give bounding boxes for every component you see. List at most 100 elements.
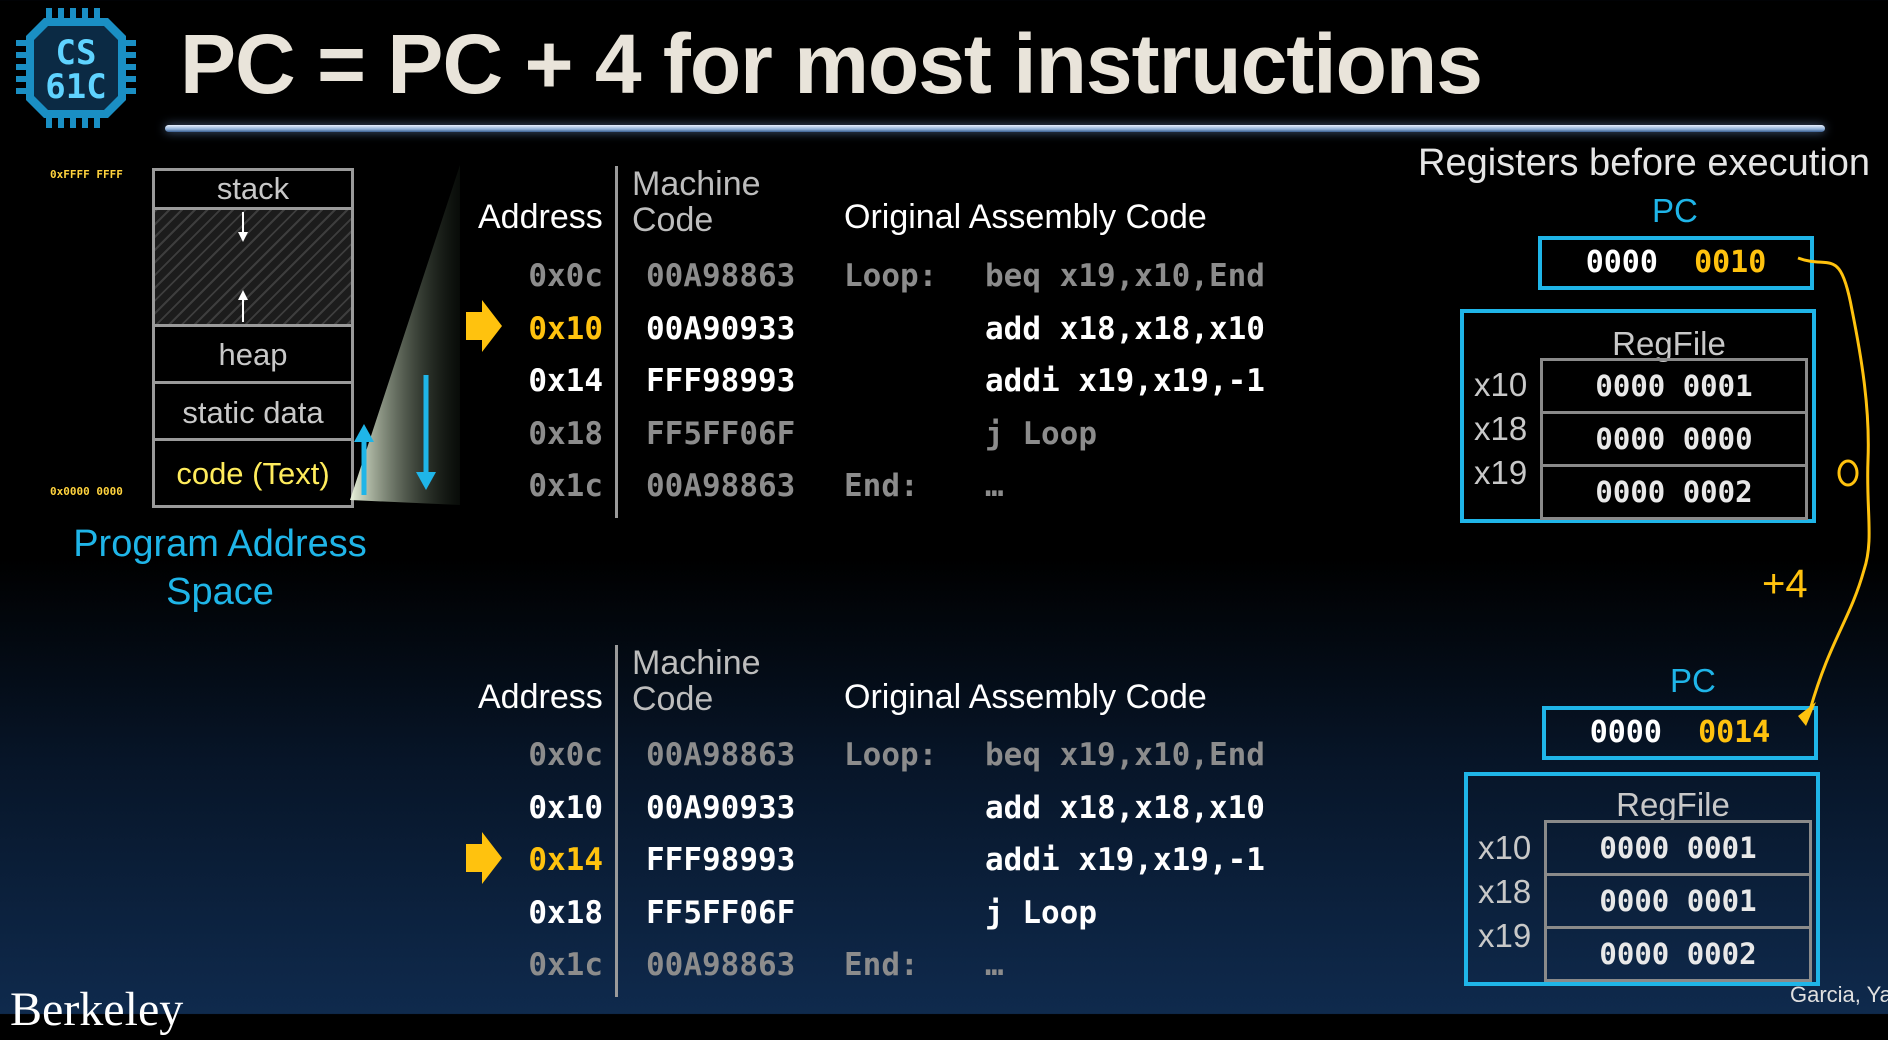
machine-code-cell: 00A98863: [646, 947, 796, 983]
reg-values: 0000 0001 0000 0000 0000 0002: [1540, 358, 1808, 520]
address-cell: 0x1c: [528, 468, 603, 504]
pc-label: PC: [1652, 192, 1698, 229]
reg-name: x19: [1478, 917, 1532, 954]
pc-increment-connector: [1797, 256, 1871, 726]
bottom-address-label: 0x0000 0000: [50, 485, 123, 498]
machine-code-cell: 00A90933: [646, 789, 796, 826]
slide-title: PC = PC + 4 for most instructions: [180, 17, 1483, 111]
address-cell: 0x10: [528, 310, 603, 347]
address-cell: 0x18: [528, 415, 603, 452]
pc-low: 0014: [1698, 715, 1771, 750]
instruction-cell: addi x19,x19,-1: [985, 363, 1265, 399]
address-cell: 0x14: [528, 842, 603, 878]
label-cell: Loop:: [844, 258, 938, 294]
regfile-after: RegFile x10 x18 x19 0000 0001 0000 0001 …: [1464, 772, 1820, 986]
code-row: 0x10 00A90933 add x18,x18,x10: [518, 309, 1318, 349]
code-row: 0x14 FFF98993 addi x19,x19,-1: [518, 840, 1318, 880]
address-cell: 0x18: [528, 894, 603, 931]
logo-line2: 61C: [45, 67, 106, 107]
reg-values: 0000 0001 0000 0001 0000 0002: [1544, 820, 1812, 982]
growth-arrows: [238, 212, 248, 322]
address-cell: 0x1c: [528, 947, 603, 983]
header-address: Address: [478, 198, 603, 236]
label-cell: End:: [844, 468, 919, 504]
reg-value-x18: 0000 0001: [1547, 876, 1809, 929]
address-cell: 0x14: [528, 363, 603, 399]
reg-name: x18: [1478, 873, 1532, 910]
segment-code: code (Text): [176, 456, 330, 491]
machine-code-cell: FFF98993: [646, 842, 796, 878]
pc-low: 0010: [1694, 245, 1767, 280]
label-cell: End:: [844, 947, 919, 983]
reg-name: x19: [1474, 454, 1528, 491]
pc-register-after: 0000 0014: [1542, 706, 1818, 760]
regfile-label: RegFile: [1616, 786, 1730, 823]
reg-value-x19: 0000 0002: [1599, 937, 1757, 971]
pc-high: 0000: [1589, 715, 1662, 750]
code-row: 0x0c 00A98863 Loop: beq x19,x10,End: [518, 735, 1318, 775]
program-address-space-caption: Program Address Space: [73, 523, 367, 613]
instruction-cell: beq x19,x10,End: [985, 737, 1265, 773]
code-row: 0x1c 00A98863 End: …: [518, 466, 1318, 506]
header-machine-code: Machine Code: [632, 165, 761, 239]
machine-code-cell: 00A98863: [646, 468, 796, 504]
instruction-cell: …: [985, 468, 1004, 504]
address-cell: 0x10: [528, 789, 603, 826]
reg-name: x10: [1478, 829, 1532, 866]
instruction-cell: addi x19,x19,-1: [985, 842, 1265, 878]
address-cell: 0x0c: [528, 737, 603, 773]
segment-free-space: [155, 210, 351, 327]
header-assembly: Original Assembly Code: [844, 678, 1207, 716]
segment-static-data: static data: [155, 384, 351, 441]
machine-code-cell: 00A90933: [646, 310, 796, 347]
reg-name: x18: [1474, 410, 1528, 447]
code-row: 0x0c 00A98863 Loop: beq x19,x10,End: [518, 256, 1318, 296]
cs61c-logo: CS 61C: [16, 8, 136, 128]
reg-value-x19: 0000 0002: [1595, 475, 1753, 509]
reg-names: x10 x18 x19: [1478, 826, 1531, 958]
instruction-cell: j Loop: [985, 415, 1097, 452]
title-underline: [165, 125, 1825, 132]
reg-name: x10: [1474, 366, 1528, 403]
reg-value-x18: 0000 0000: [1543, 414, 1805, 467]
machine-code-cell: 00A98863: [646, 258, 796, 294]
zoom-fan: [350, 165, 460, 505]
instruction-cell: beq x19,x10,End: [985, 258, 1265, 294]
label-cell: Loop:: [844, 737, 938, 773]
code-row: 0x1c 00A98863 End: …: [518, 945, 1318, 985]
instruction-cell: j Loop: [985, 894, 1097, 931]
header-machine-code: Machine Code: [632, 644, 761, 718]
author-credit: Garcia, Ya: [1790, 982, 1888, 1007]
code-row: 0x14 FFF98993 addi x19,x19,-1: [518, 361, 1318, 401]
code-row: 0x18 FF5FF06F j Loop: [518, 414, 1318, 454]
current-instruction-arrow-icon: [466, 832, 502, 884]
header-address: Address: [478, 678, 603, 716]
reg-value-x10: 0000 0001: [1547, 823, 1809, 876]
top-address-label: 0xFFFF FFFF: [50, 168, 123, 181]
pc-label: PC: [1670, 662, 1716, 699]
machine-code-cell: 00A98863: [646, 737, 796, 773]
machine-code-cell: FFF98993: [646, 363, 796, 399]
code-listing-after: 0x0c 00A98863 Loop: beq x19,x10,End 0x10 00A9…: [518, 735, 1318, 1005]
reg-names: x10 x18 x19: [1474, 363, 1527, 495]
registers-title: Registers before execution: [1418, 142, 1871, 184]
reg-value-x10: 0000 0001: [1543, 361, 1805, 414]
memory-map: stack heap static data code (Text): [152, 168, 354, 508]
code-listing-before: 0x0c 00A98863 Loop: beq x19,x10,End 0x10 00A9…: [518, 256, 1318, 526]
regfile-before: RegFile x10 x18 x19 0000 0001 0000 0000 …: [1460, 309, 1816, 523]
instruction-cell: …: [985, 947, 1004, 983]
address-cell: 0x0c: [528, 258, 603, 294]
header-assembly: Original Assembly Code: [844, 198, 1207, 236]
segment-stack: stack: [155, 171, 351, 210]
pc-register-before: 0000 0010: [1538, 236, 1814, 290]
machine-code-cell: FF5FF06F: [646, 415, 796, 452]
code-row: 0x10 00A90933 add x18,x18,x10: [518, 788, 1318, 828]
pc-high: 0000: [1585, 245, 1658, 280]
machine-code-cell: FF5FF06F: [646, 894, 796, 931]
current-instruction-arrow-icon: [466, 300, 502, 352]
berkeley-wordmark: Berkeley: [10, 983, 184, 1036]
code-row: 0x18 FF5FF06F j Loop: [518, 893, 1318, 933]
segment-heap: heap: [155, 327, 351, 384]
instruction-cell: add x18,x18,x10: [985, 789, 1265, 826]
instruction-cell: add x18,x18,x10: [985, 310, 1265, 347]
